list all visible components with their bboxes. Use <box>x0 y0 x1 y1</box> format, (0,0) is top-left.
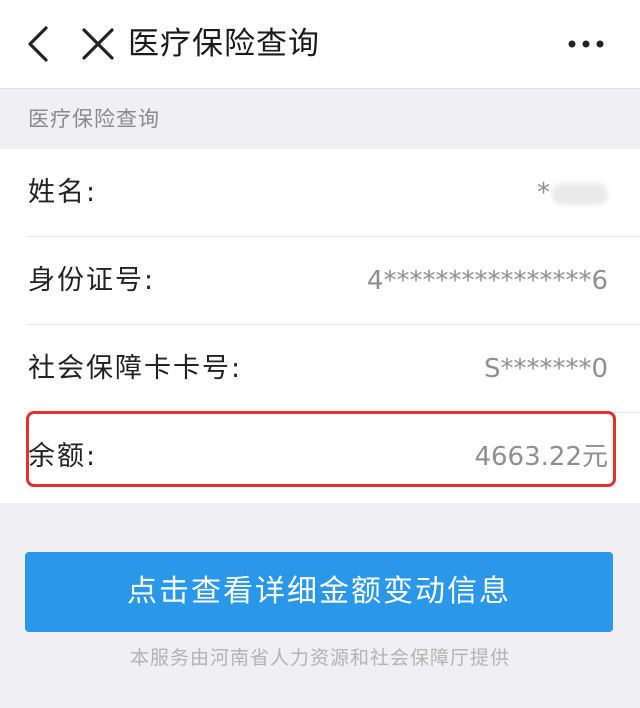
balance-row: 余额: 4663.22元 <box>0 413 640 501</box>
close-icon[interactable] <box>78 24 118 64</box>
top-navigation-bar: 医疗保险查询 <box>0 0 640 89</box>
name-row: 姓名: * <box>0 149 640 237</box>
insurance-info-card: 姓名: * 身份证号: 4****************6 社会保障卡卡号: … <box>0 149 640 503</box>
name-blur-mask <box>552 182 608 205</box>
social-security-card-value: S*******0 <box>483 354 608 384</box>
name-label: 姓名: <box>28 177 98 208</box>
section-header: 医疗保险查询 <box>0 89 640 149</box>
service-provider-note: 本服务由河南省人力资源和社会保障厅提供 <box>129 647 510 669</box>
social-security-card-row: 社会保障卡卡号: S*******0 <box>0 325 640 413</box>
name-value: * <box>537 171 608 215</box>
social-security-card-label: 社会保障卡卡号: <box>28 353 243 384</box>
section-title: 医疗保险查询 <box>28 107 160 131</box>
balance-label: 余额: <box>28 441 98 472</box>
id-number-label: 身份证号: <box>28 265 156 296</box>
chevron-left-icon[interactable] <box>22 24 56 64</box>
page-title: 医疗保险查询 <box>128 26 320 62</box>
name-masked-text: * <box>537 178 550 208</box>
id-number-value: 4****************6 <box>366 266 608 296</box>
id-number-row: 身份证号: 4****************6 <box>0 237 640 325</box>
more-icon[interactable] <box>566 38 606 50</box>
balance-value: 4663.22元 <box>474 442 608 472</box>
view-details-button[interactable]: 点击查看详细金额变动信息 <box>25 552 613 632</box>
